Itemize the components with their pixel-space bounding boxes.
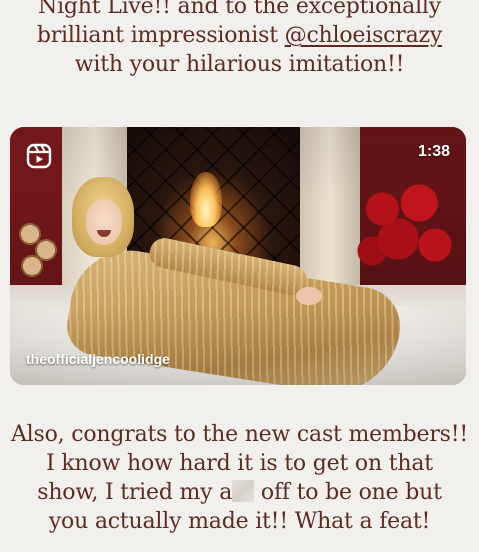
video-card[interactable]: 1:38 theofficialjencoolidge (10, 127, 466, 385)
video-username[interactable]: theofficialjencoolidge (26, 351, 170, 367)
video-duration: 1:38 (417, 143, 450, 160)
reels-icon (26, 143, 52, 169)
caption-bottom-line-2: I know how hard it is to get on that (46, 451, 433, 476)
caption-top-line-3: with your hilarious imitation!! (74, 52, 405, 77)
caption-bottom-line-3-prefix: show, I tried my a (37, 480, 233, 505)
caption-bottom-line-3: show, I tried my a off to be one but (0, 478, 479, 507)
caption-top-line-2: brilliant impressionist @chloeiscrazy (0, 21, 479, 50)
caption-top-line-2-text: brilliant impressionist (36, 23, 285, 48)
mention-link[interactable]: @chloeiscrazy (285, 23, 443, 48)
caption-bottom-line-4: you actually made it!! What a feat! (48, 509, 431, 534)
caption-bottom: Also, congrats to the new cast members!!… (0, 420, 479, 536)
censor-block (232, 480, 255, 502)
caption-top-line-1: Night Live!! and to the exceptionally (38, 0, 441, 19)
caption-bottom-line-1: Also, congrats to the new cast members!! (10, 422, 469, 447)
caption-top: Night Live!! and to the exceptionally br… (0, 0, 479, 79)
thumbnail-shade (10, 127, 466, 385)
video-thumbnail (10, 127, 466, 385)
caption-bottom-line-3-suffix: off to be one but (254, 480, 442, 505)
